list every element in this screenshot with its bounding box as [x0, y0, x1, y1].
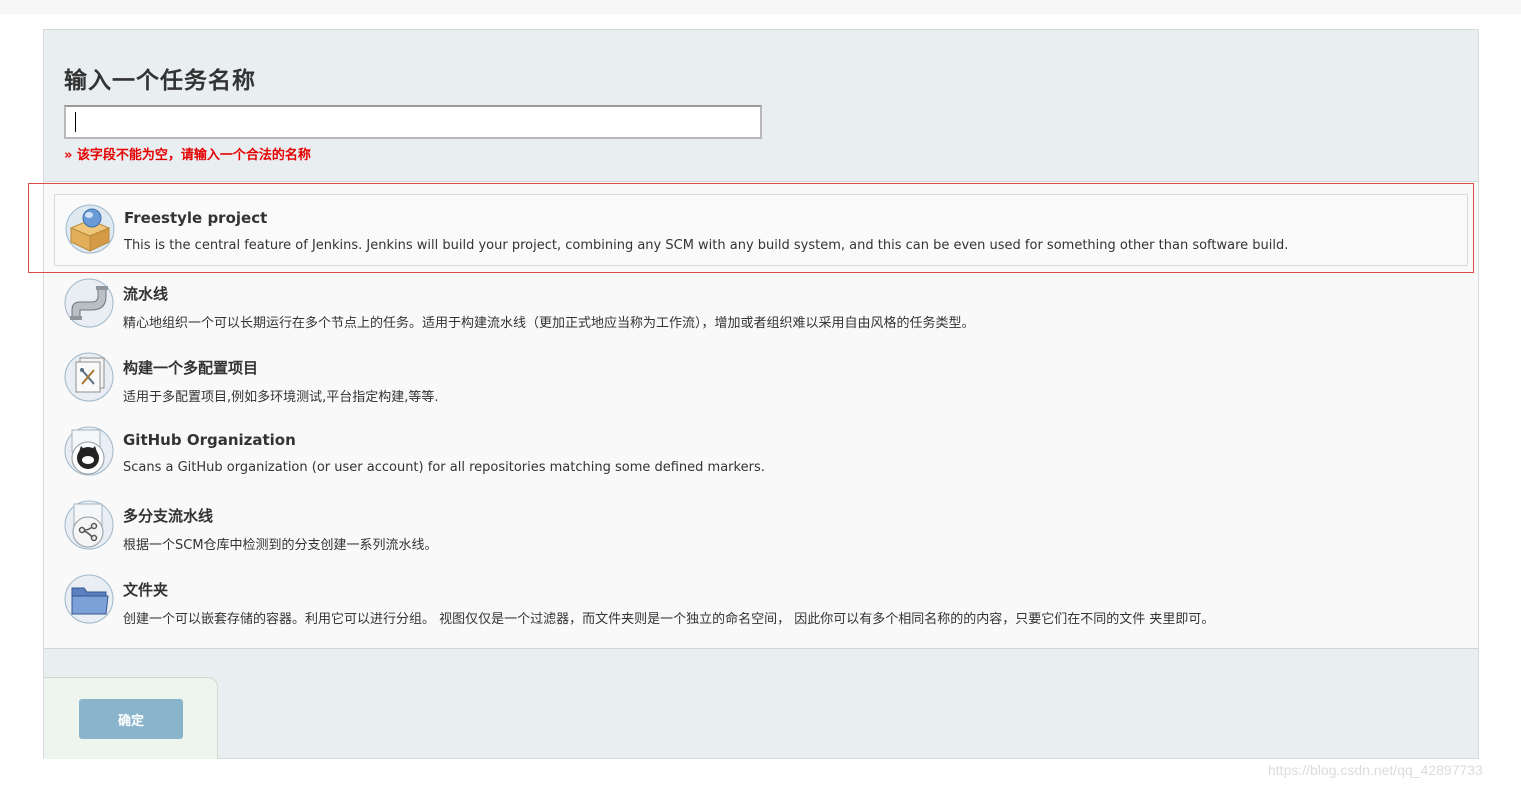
item-title: 多分支流水线 — [123, 507, 214, 525]
multibranch-icon — [64, 500, 114, 550]
item-type-pipeline[interactable]: 流水线 精心地组织一个可以长期运行在多个节点上的任务。适用于构建流水线（更加正式… — [54, 269, 1468, 341]
item-desc: 根据一个SCM仓库中检测到的分支创建一系列流水线。 — [123, 538, 438, 553]
selection-highlight-box — [28, 183, 1474, 273]
item-desc: 创建一个可以嵌套存储的容器。利用它可以进行分组。 视图仅仅是一个过滤器，而文件夹… — [123, 612, 1215, 627]
ok-button[interactable]: 确定 — [79, 699, 183, 739]
validation-error: » 该字段不能为空，请输入一个合法的名称 — [64, 148, 311, 163]
item-type-folder[interactable]: 文件夹 创建一个可以嵌套存储的容器。利用它可以进行分组。 视图仅仅是一个过滤器，… — [54, 565, 1468, 637]
pipeline-icon — [64, 278, 114, 328]
page-title: 输入一个任务名称 — [64, 68, 256, 94]
item-desc: Scans a GitHub organization (or user acc… — [123, 460, 765, 475]
item-name-header: 输入一个任务名称 » 该字段不能为空，请输入一个合法的名称 — [44, 30, 1478, 182]
multi-config-icon — [64, 352, 114, 402]
text-caret — [75, 112, 76, 132]
form-footer: 确定 — [44, 648, 1478, 759]
item-title: GitHub Organization — [123, 431, 296, 449]
item-title: 文件夹 — [123, 581, 169, 599]
top-strip — [0, 0, 1521, 14]
item-title: 构建一个多配置项目 — [123, 359, 259, 377]
button-bar: 确定 — [44, 677, 218, 759]
watermark-text: https://blog.csdn.net/qq_42897733 — [1268, 762, 1483, 778]
item-name-input[interactable] — [64, 105, 762, 139]
item-type-github-org[interactable]: GitHub Organization Scans a GitHub organ… — [54, 417, 1468, 489]
item-type-multi-config[interactable]: 构建一个多配置项目 适用于多配置项目,例如多环境测试,平台指定构建,等等. — [54, 343, 1468, 415]
item-type-multibranch[interactable]: 多分支流水线 根据一个SCM仓库中检测到的分支创建一系列流水线。 — [54, 491, 1468, 563]
item-desc: 精心地组织一个可以长期运行在多个节点上的任务。适用于构建流水线（更加正式地应当称… — [123, 316, 975, 331]
item-desc: 适用于多配置项目,例如多环境测试,平台指定构建,等等. — [123, 390, 439, 405]
folder-icon — [64, 574, 114, 624]
item-title: 流水线 — [123, 285, 169, 303]
new-item-panel: 输入一个任务名称 » 该字段不能为空，请输入一个合法的名称 Freestyle … — [43, 29, 1479, 759]
github-icon — [64, 426, 114, 476]
